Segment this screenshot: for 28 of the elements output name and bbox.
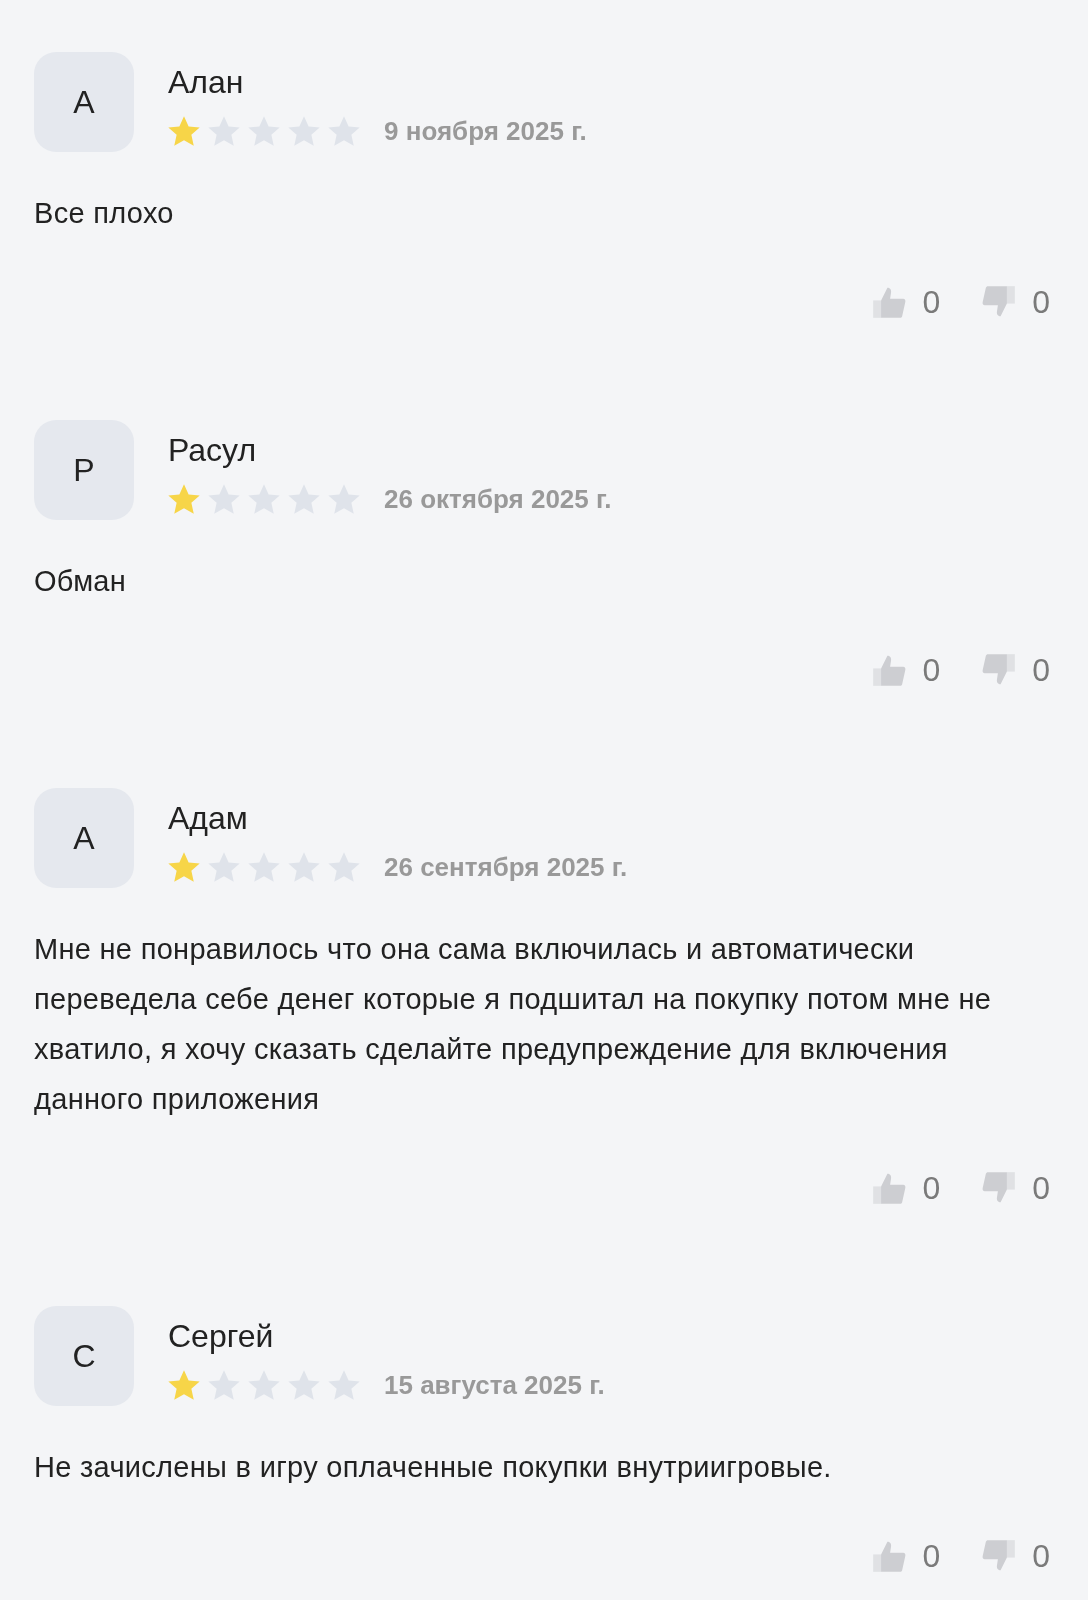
- like-button[interactable]: 0: [870, 1532, 941, 1580]
- review-date: 26 октября 2025 г.: [384, 483, 612, 516]
- reviewer-name: Сергей: [168, 1317, 275, 1356]
- review-date: 15 августа 2025 г.: [384, 1369, 605, 1402]
- dislike-button[interactable]: 0: [980, 278, 1050, 326]
- star-icon: [168, 1370, 200, 1401]
- avatar: А: [34, 52, 134, 152]
- like-button[interactable]: 0: [870, 1164, 941, 1212]
- reviewer-name: Расул: [168, 431, 258, 470]
- review-date: 9 ноября 2025 г.: [384, 115, 587, 148]
- review-text: Мне не понравилось что она сама включилась и автоматически переведела себе денег которые я подшитал на покупку потом мне не хватило, я хочу сказать сделайте предупреждение для включения данного приложения: [34, 932, 993, 1117]
- reviewer-name: Адам: [168, 799, 249, 838]
- avatar: С: [34, 1306, 134, 1406]
- review-text: Обман: [34, 564, 128, 599]
- dislike-button[interactable]: 0: [980, 646, 1050, 694]
- star-icon: [168, 852, 200, 883]
- review-date: 26 сентября 2025 г.: [384, 851, 628, 884]
- avatar: Р: [34, 420, 134, 520]
- dislike-button[interactable]: 0: [980, 1164, 1050, 1212]
- reviewer-name: Алан: [168, 63, 245, 102]
- like-button[interactable]: 0: [870, 646, 941, 694]
- like-button[interactable]: 0: [870, 278, 941, 326]
- review-text: Не зачислены в игру оплаченные покупки внутриигровые.: [34, 1450, 833, 1485]
- dislike-button[interactable]: 0: [980, 1532, 1050, 1580]
- avatar: А: [34, 788, 134, 888]
- review-text: Все плохо: [34, 196, 175, 231]
- star-icon: [168, 116, 200, 147]
- star-icon: [168, 484, 200, 515]
